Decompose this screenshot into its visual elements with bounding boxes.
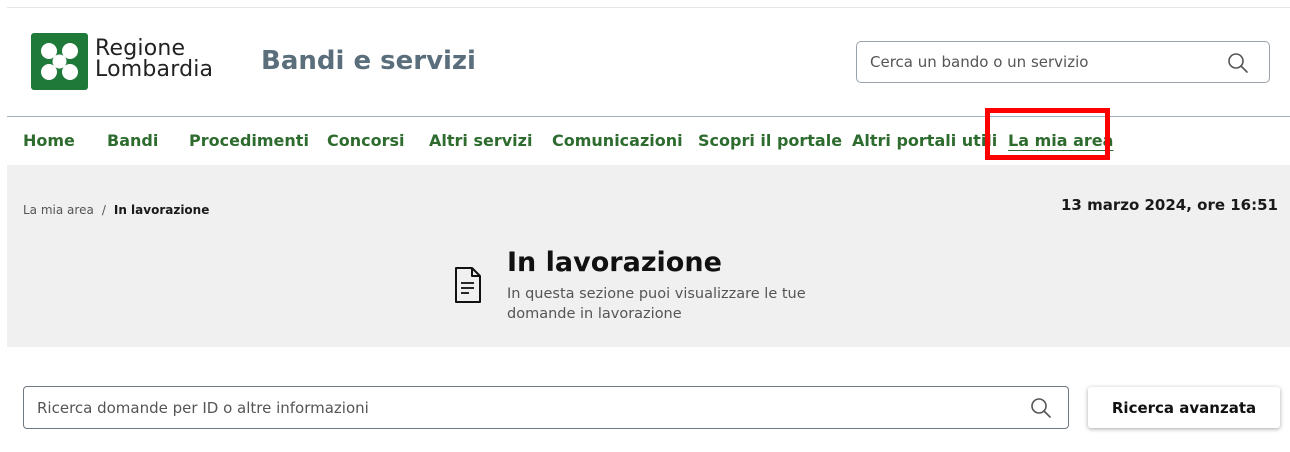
logo-line-2: Lombardia: [95, 57, 214, 82]
document-icon: [455, 267, 481, 303]
nav-item-altri-portali-utili[interactable]: Altri portali utili: [852, 131, 997, 150]
requests-search-input[interactable]: Ricerca domande per ID o altre informazi…: [23, 386, 1069, 429]
region-logo-icon[interactable]: [31, 33, 88, 90]
advanced-search-button[interactable]: Ricerca avanzata: [1088, 387, 1280, 428]
page-subtitle: In questa sezione puoi visualizzare le t…: [507, 286, 806, 322]
highlight-box: [985, 108, 1110, 160]
search-icon[interactable]: [1030, 397, 1052, 419]
breadcrumb-current: In lavorazione: [113, 203, 210, 217]
nav-item-comunicazioni[interactable]: Comunicazioni: [552, 131, 683, 150]
site-header: Regione Lombardia Bandi e servizi Cerca …: [7, 7, 1290, 116]
breadcrumb-link-la-mia-area[interactable]: La mia area: [23, 203, 94, 217]
site-search-input[interactable]: Cerca un bando o un servizio: [856, 41, 1270, 83]
page-title: In lavorazione: [507, 247, 722, 278]
site-search-placeholder: Cerca un bando o un servizio: [870, 53, 1089, 71]
site-title[interactable]: Bandi e servizi: [261, 46, 476, 76]
breadcrumb-separator: /: [101, 203, 106, 217]
nav-item-altri-servizi[interactable]: Altri servizi: [429, 131, 532, 150]
region-logo-text[interactable]: Regione Lombardia: [95, 36, 214, 82]
logo-line-1: Regione: [95, 36, 186, 61]
page-header-band: La mia area / In lavorazione 13 marzo 2024…: [7, 165, 1290, 347]
requests-search-placeholder: Ricerca domande per ID o altre informazi…: [37, 399, 369, 417]
nav-item-procedimenti[interactable]: Procedimenti: [189, 131, 309, 150]
nav-item-bandi[interactable]: Bandi: [107, 131, 158, 150]
nav-item-concorsi[interactable]: Concorsi: [327, 131, 405, 150]
nav-item-scopri-il-portale[interactable]: Scopri il portale: [698, 131, 842, 150]
current-datetime: 13 marzo 2024, ore 16:51: [1060, 196, 1278, 214]
search-icon[interactable]: [1227, 52, 1249, 74]
nav-item-home[interactable]: Home: [23, 131, 75, 150]
breadcrumb: La mia area / In lavorazione: [23, 203, 209, 217]
